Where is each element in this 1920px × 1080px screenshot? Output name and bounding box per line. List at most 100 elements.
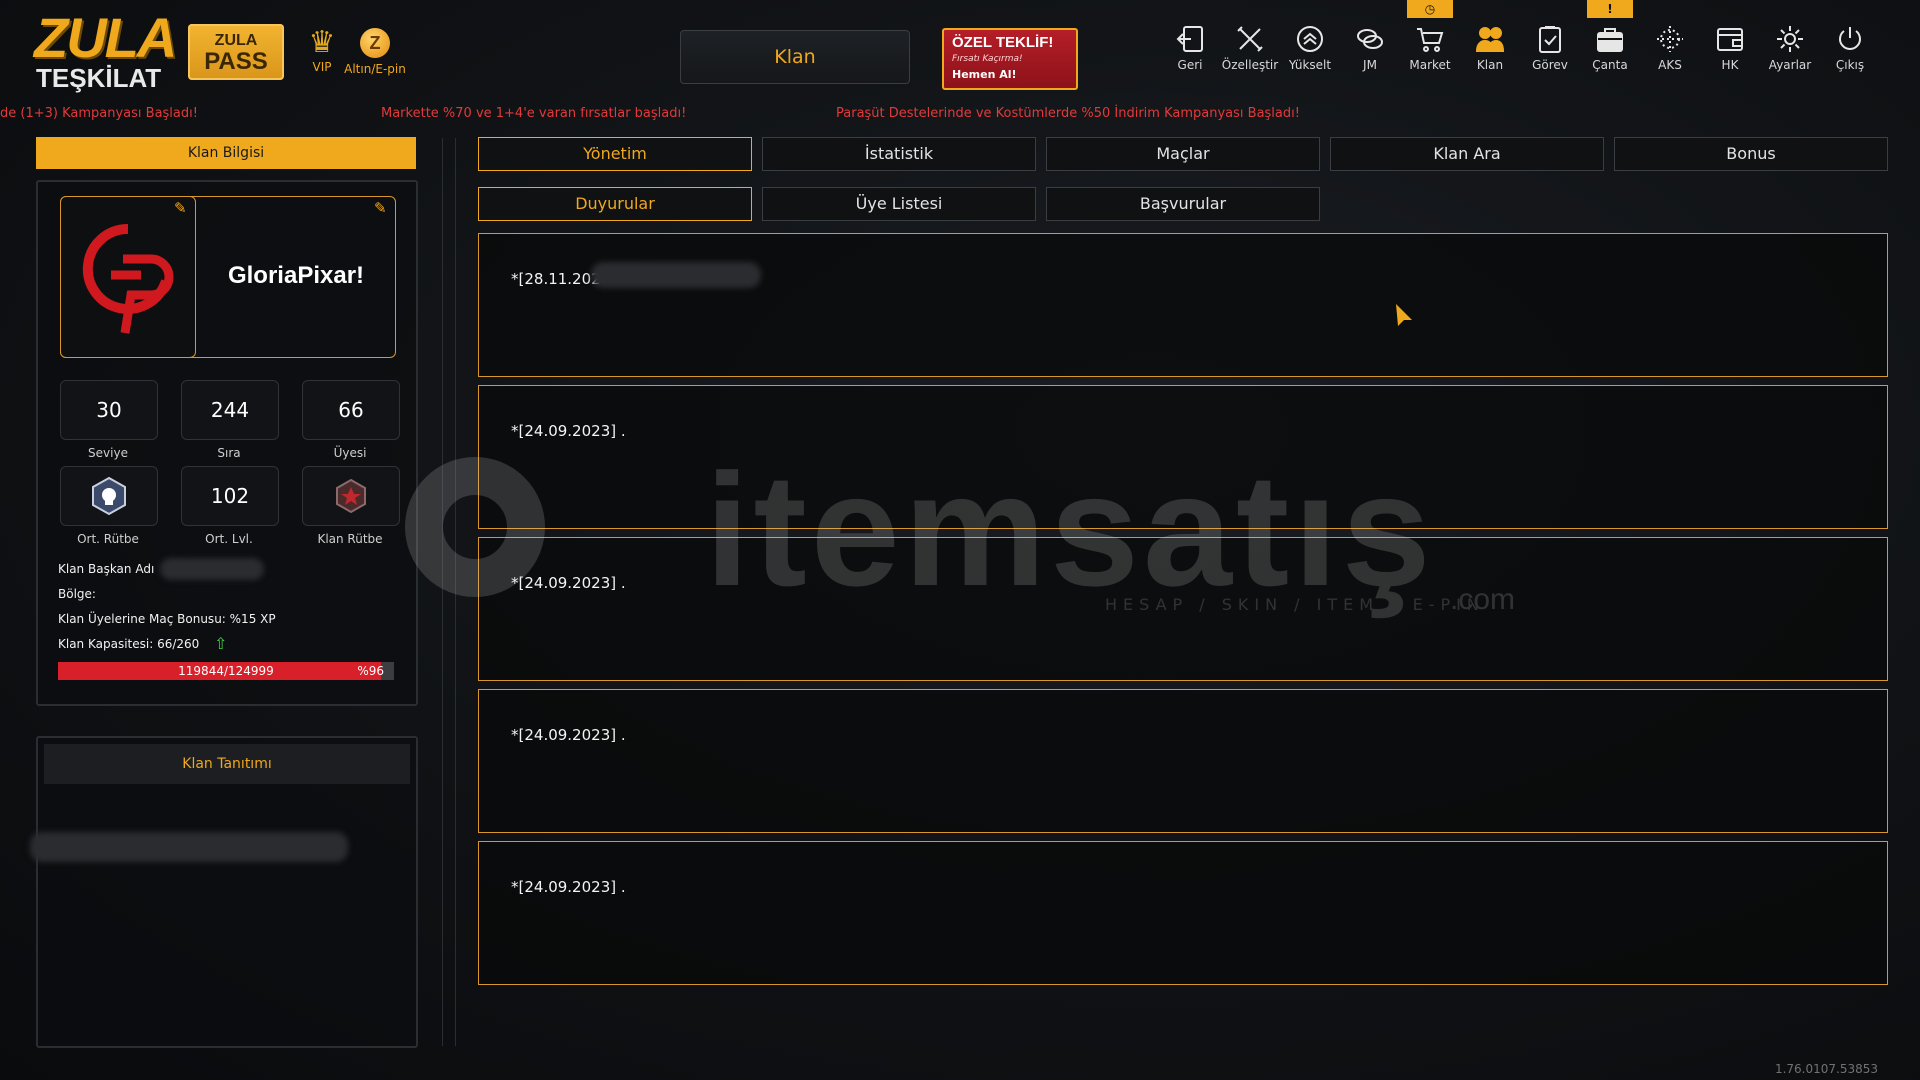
wallet-icon (1715, 24, 1745, 54)
power-icon (1835, 24, 1865, 54)
stat-ort-rutbe (60, 466, 158, 526)
star-rank-icon (336, 478, 366, 514)
crosshair-icon (1655, 24, 1685, 54)
stat-label: Seviye (88, 446, 128, 460)
stat-seviye: 30 (60, 380, 158, 440)
tab-klan-ara[interactable]: Klan Ara (1330, 137, 1604, 171)
laurel-crown-icon: ♛ (308, 25, 336, 60)
announcement-card[interactable]: *[24.09.2023] . (478, 537, 1888, 681)
subtab-uye-listesi[interactable]: Üye Listesi (762, 187, 1036, 221)
main-nav: Geri Özelleştir Yükselt JM ◷ Market Klan… (1160, 0, 1880, 84)
nav-label: Özelleştir (1221, 58, 1279, 72)
clan-emblem-logo-icon (82, 223, 174, 334)
pass-line2: PASS (204, 48, 268, 75)
clan-xp-progress: 119844/124999 %96 (58, 662, 394, 680)
stat-label: Klan Rütbe (317, 532, 383, 546)
announcement-text: *[24.09.2023] . (511, 422, 626, 440)
canta-alert-badge: ! (1587, 0, 1633, 18)
nav-label: Çıkış (1835, 58, 1865, 72)
clan-users-icon (1475, 24, 1505, 54)
panel-divider (442, 138, 456, 1046)
progress-text: 119844/124999 (178, 664, 274, 678)
edit-emblem-icon[interactable]: ✎ (174, 200, 190, 216)
stat-label: Sıra (217, 446, 241, 460)
announcement-card[interactable]: *[28.11.202 (478, 233, 1888, 377)
announcement-card[interactable]: *[24.09.2023] . (478, 385, 1888, 529)
zula-pass-button[interactable]: ZULA PASS (188, 24, 284, 80)
nav-yukselt[interactable]: Yükselt (1280, 24, 1340, 84)
nav-ozellestir[interactable]: Özelleştir (1220, 24, 1280, 84)
nav-label: AKS (1658, 58, 1682, 72)
gear-icon (1775, 24, 1805, 54)
nav-label: Çanta (1592, 58, 1628, 72)
logo-line2: TEŞKİLAT (36, 63, 162, 93)
logo-line1: ZULA (34, 6, 177, 69)
nav-aks[interactable]: AKS (1640, 24, 1700, 84)
kapasite-label: Klan Kapasitesi: 66/260 (58, 637, 200, 651)
bonus-label: Klan Üyelerine Maç Bonusu: %15 XP (58, 612, 276, 626)
nav-label: Ayarlar (1768, 58, 1812, 72)
nav-gorev[interactable]: Görev (1520, 24, 1580, 84)
klan-tanitimi-header: Klan Tanıtımı (44, 744, 410, 784)
cart-icon (1415, 24, 1445, 54)
gold-coin-icon: Z (360, 28, 390, 58)
offer-subtitle: Fırsatı Kaçırma! (952, 54, 1023, 64)
nav-label: HK (1721, 58, 1739, 72)
vip-button[interactable]: ♛ VIP (302, 25, 342, 75)
stat-label: Ort. Rütbe (77, 532, 139, 546)
redacted-description (30, 832, 348, 862)
stat-klan-rutbe (302, 466, 400, 526)
nav-label: JM (1363, 58, 1377, 72)
screen-title: Klan (680, 30, 910, 84)
clipboard-icon (1535, 24, 1565, 54)
version-label: 1.76.0107.53853 (1774, 1062, 1878, 1076)
klan-tanitimi-panel: Klan Tanıtımı (30, 736, 418, 1048)
mouse-cursor-icon (1396, 304, 1412, 326)
subtab-duyurular[interactable]: Duyurular (478, 187, 752, 221)
nav-klan[interactable]: Klan (1460, 24, 1520, 84)
redacted-text (591, 262, 761, 288)
bolge-label: Bölge: (58, 587, 96, 601)
nav-jm[interactable]: JM (1340, 24, 1400, 84)
nav-label: Yükselt (1288, 58, 1332, 72)
clan-emblem (60, 196, 196, 358)
announcement-card[interactable]: *[24.09.2023] . (478, 689, 1888, 833)
stat-uyesi: 66 (302, 380, 400, 440)
klan-info-panel: ✎ ✎ GloriaPixar! 30 244 66 Seviye Sıra Ü… (36, 180, 418, 706)
nav-geri[interactable]: Geri (1160, 24, 1220, 84)
nav-cikis[interactable]: Çıkış (1820, 24, 1880, 84)
nav-canta[interactable]: ! Çanta (1580, 0, 1640, 84)
announcement-card[interactable]: *[24.09.2023] . (478, 841, 1888, 985)
tab-istatistik[interactable]: İstatistik (762, 137, 1036, 171)
nav-label: Görev (1532, 58, 1568, 72)
announcement-text: *[24.09.2023] . (511, 726, 626, 744)
back-icon (1175, 24, 1205, 54)
tab-yonetim[interactable]: Yönetim (478, 137, 752, 171)
stat-label: Ort. Lvl. (205, 532, 253, 546)
announcement-text: *[24.09.2023] . (511, 574, 626, 592)
stat-sira: 244 (181, 380, 279, 440)
nav-label: Klan (1476, 58, 1504, 72)
upgrade-arrow-icon[interactable]: ⇧ (214, 634, 227, 653)
special-offer-button[interactable]: ÖZEL TEKLİF! Fırsatı Kaçırma! Hemen Al! (942, 28, 1078, 90)
nav-market[interactable]: ◷ Market (1400, 0, 1460, 84)
tools-icon (1235, 24, 1265, 54)
zula-logo: ZULA TEŞKİLAT (34, 10, 177, 93)
altin-epin-button[interactable]: Z Altın/E-pin (340, 26, 410, 76)
nav-hk[interactable]: HK (1700, 24, 1760, 84)
redacted-name (160, 558, 264, 580)
ticker-item: Paraşüt Destelerinde ve Kostümlerde %50 … (836, 106, 1300, 121)
nav-label: Geri (1177, 58, 1203, 72)
coins-icon (1355, 24, 1385, 54)
subtab-basvurular[interactable]: Başvurular (1046, 187, 1320, 221)
news-ticker: de (1+3) Kampanyası Başladı! Markette %7… (0, 106, 1920, 124)
skull-rank-icon (92, 476, 126, 516)
offer-cta: Hemen Al! (952, 68, 1017, 81)
clan-name: GloriaPixar! (227, 262, 365, 289)
upgrade-icon (1295, 24, 1325, 54)
tab-maclar[interactable]: Maçlar (1046, 137, 1320, 171)
tab-bonus[interactable]: Bonus (1614, 137, 1888, 171)
nav-ayarlar[interactable]: Ayarlar (1760, 24, 1820, 84)
vip-label: VIP (312, 60, 332, 74)
stat-ort-lvl: 102 (181, 466, 279, 526)
